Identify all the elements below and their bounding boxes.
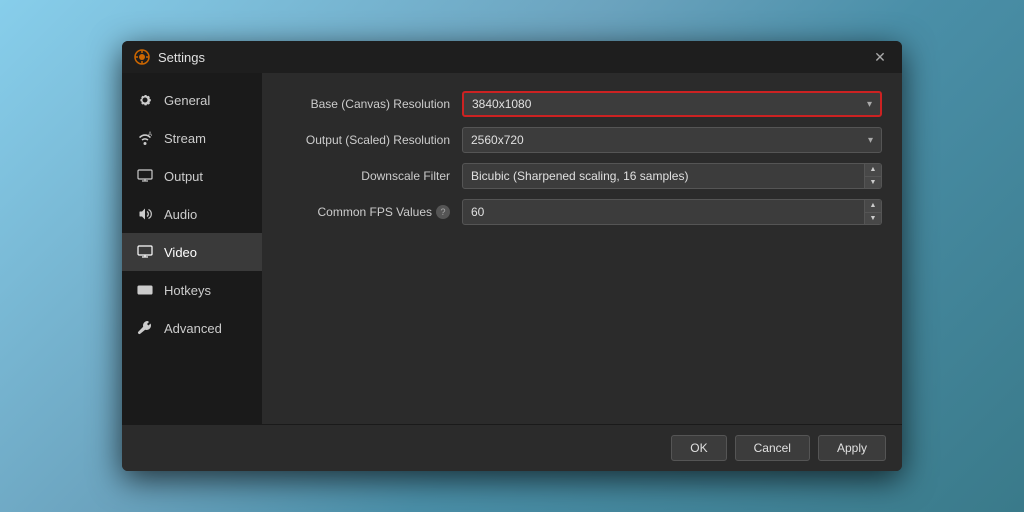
close-button[interactable]: ✕ — [870, 47, 890, 67]
fps-value: 60 — [462, 199, 865, 225]
sidebar-item-stream[interactable]: A Stream — [122, 119, 262, 157]
app-icon — [134, 49, 150, 65]
output-resolution-dropdown[interactable]: 2560x720 ▾ — [462, 127, 882, 153]
cancel-button[interactable]: Cancel — [735, 435, 810, 461]
sidebar-item-general[interactable]: General — [122, 81, 262, 119]
sidebar-item-video[interactable]: Video — [122, 233, 262, 271]
speaker-icon — [136, 205, 154, 223]
fps-up[interactable]: ▲ — [865, 200, 881, 212]
fps-row: Common FPS Values ? 60 ▲ ▼ — [282, 199, 882, 225]
fps-help-icon[interactable]: ? — [436, 205, 450, 219]
keyboard-icon — [136, 281, 154, 299]
base-resolution-dropdown[interactable]: 3840x1080 ▾ — [462, 91, 882, 117]
fps-label-text: Common FPS Values — [318, 205, 433, 219]
downscale-filter-up[interactable]: ▲ — [865, 164, 881, 176]
base-resolution-value: 3840x1080 — [472, 97, 863, 111]
ok-button[interactable]: OK — [671, 435, 726, 461]
settings-dialog: Settings ✕ General A — [122, 41, 902, 471]
output-icon — [136, 167, 154, 185]
sidebar-item-hotkeys[interactable]: Hotkeys — [122, 271, 262, 309]
fps-spinner: ▲ ▼ — [865, 199, 882, 225]
sidebar-item-advanced[interactable]: Advanced — [122, 309, 262, 347]
base-resolution-label: Base (Canvas) Resolution — [282, 97, 462, 111]
output-resolution-label: Output (Scaled) Resolution — [282, 133, 462, 147]
sidebar-label-general: General — [164, 93, 210, 108]
sidebar-label-video: Video — [164, 245, 197, 260]
downscale-filter-down[interactable]: ▼ — [865, 176, 881, 189]
dialog-body: General A Stream — [122, 73, 902, 424]
output-resolution-chevron: ▾ — [868, 135, 873, 146]
fps-label-container: Common FPS Values ? — [282, 205, 462, 219]
sidebar-item-output[interactable]: Output — [122, 157, 262, 195]
downscale-filter-value: Bicubic (Sharpened scaling, 16 samples) — [462, 163, 865, 189]
downscale-filter-spinner: ▲ ▼ — [865, 163, 882, 189]
dialog-title: Settings — [158, 50, 870, 65]
svg-text:A: A — [148, 132, 152, 138]
wrench-icon — [136, 319, 154, 337]
fps-down[interactable]: ▼ — [865, 212, 881, 225]
base-resolution-chevron: ▾ — [867, 99, 872, 110]
monitor-icon — [136, 243, 154, 261]
video-settings-panel: Base (Canvas) Resolution 3840x1080 ▾ Out… — [262, 73, 902, 424]
output-resolution-row: Output (Scaled) Resolution 2560x720 ▾ — [282, 127, 882, 153]
fps-control: 60 ▲ ▼ — [462, 199, 882, 225]
sidebar-label-stream: Stream — [164, 131, 206, 146]
wifi-icon: A — [136, 129, 154, 147]
sidebar-label-hotkeys: Hotkeys — [164, 283, 211, 298]
apply-button[interactable]: Apply — [818, 435, 886, 461]
sidebar-item-audio[interactable]: Audio — [122, 195, 262, 233]
sidebar-label-output: Output — [164, 169, 203, 184]
sidebar-label-advanced: Advanced — [164, 321, 222, 336]
base-resolution-row: Base (Canvas) Resolution 3840x1080 ▾ — [282, 91, 882, 117]
downscale-filter-control: Bicubic (Sharpened scaling, 16 samples) … — [462, 163, 882, 189]
sidebar-label-audio: Audio — [164, 207, 197, 222]
downscale-filter-label: Downscale Filter — [282, 169, 462, 183]
downscale-filter-row: Downscale Filter Bicubic (Sharpened scal… — [282, 163, 882, 189]
gear-icon — [136, 91, 154, 109]
sidebar: General A Stream — [122, 73, 262, 424]
output-resolution-value: 2560x720 — [471, 133, 864, 147]
dialog-footer: OK Cancel Apply — [122, 424, 902, 471]
title-bar: Settings ✕ — [122, 41, 902, 73]
